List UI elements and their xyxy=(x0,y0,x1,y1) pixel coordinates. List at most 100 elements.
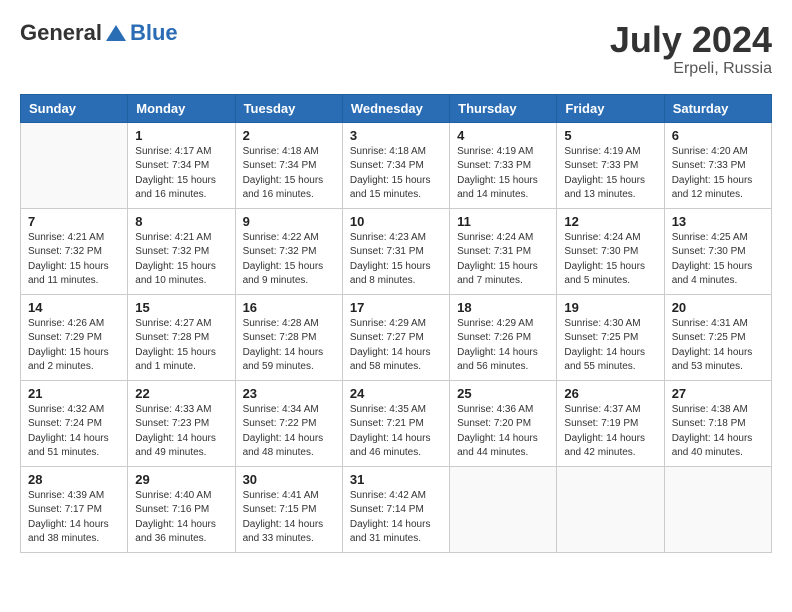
day-info: Sunrise: 4:37 AM Sunset: 7:19 PM Dayligh… xyxy=(564,403,656,461)
calendar-cell: 9 Sunrise: 4:22 AM Sunset: 7:32 PM Daylig… xyxy=(235,208,342,294)
calendar-cell xyxy=(21,122,128,208)
day-number: 11 xyxy=(457,214,549,229)
calendar-cell: 28Sunrise: 4:39 AM Sunset: 7:17 PM Dayli… xyxy=(21,466,128,552)
calendar-cell: 21 Sunrise: 4:32 AM Sunset: 7:24 PM Dayli… xyxy=(21,380,128,466)
calendar-cell: 10 Sunrise: 4:23 AM Sunset: 7:31 PM Dayli… xyxy=(342,208,449,294)
day-number: 13 xyxy=(672,214,764,229)
calendar-header-row: SundayMondayTuesdayWednesdayThursdayFrid… xyxy=(21,94,772,122)
day-info: Sunrise: 4:32 AM Sunset: 7:24 PM Dayligh… xyxy=(28,403,120,461)
day-info: Sunrise: 4:17 AM Sunset: 7:34 PM Dayligh… xyxy=(135,145,227,203)
day-number: 14 xyxy=(28,300,120,315)
day-info: Sunrise: 4:26 AM Sunset: 7:29 PM Dayligh… xyxy=(28,317,120,375)
logo-general-text: General xyxy=(20,20,102,46)
day-info: Sunrise: 4:30 AM Sunset: 7:25 PM Dayligh… xyxy=(564,317,656,375)
calendar-cell: 4Sunrise: 4:19 AM Sunset: 7:33 PM Daylig… xyxy=(450,122,557,208)
logo: General Blue xyxy=(20,20,178,46)
calendar-cell xyxy=(557,466,664,552)
calendar-cell: 27 Sunrise: 4:38 AM Sunset: 7:18 PM Dayli… xyxy=(664,380,771,466)
day-info: Sunrise: 4:24 AM Sunset: 7:31 PM Dayligh… xyxy=(457,231,549,289)
calendar-header-monday: Monday xyxy=(128,94,235,122)
day-info: Sunrise: 4:36 AM Sunset: 7:20 PM Dayligh… xyxy=(457,403,549,461)
calendar-cell: 26 Sunrise: 4:37 AM Sunset: 7:19 PM Dayli… xyxy=(557,380,664,466)
day-number: 10 xyxy=(350,214,442,229)
day-number: 17 xyxy=(350,300,442,315)
day-number: 19 xyxy=(564,300,656,315)
day-info: Sunrise: 4:39 AM Sunset: 7:17 PM Dayligh… xyxy=(28,489,120,547)
day-info: Sunrise: 4:38 AM Sunset: 7:18 PM Dayligh… xyxy=(672,403,764,461)
day-info: Sunrise: 4:25 AM Sunset: 7:30 PM Dayligh… xyxy=(672,231,764,289)
calendar-cell: 24 Sunrise: 4:35 AM Sunset: 7:21 PM Dayli… xyxy=(342,380,449,466)
day-number: 20 xyxy=(672,300,764,315)
page-header: General Blue July 2024 Erpeli, Russia xyxy=(20,20,772,78)
day-info: Sunrise: 4:22 AM Sunset: 7:32 PM Dayligh… xyxy=(243,231,335,289)
calendar-week-2: 14 Sunrise: 4:26 AM Sunset: 7:29 PM Dayli… xyxy=(21,294,772,380)
calendar-header-thursday: Thursday xyxy=(450,94,557,122)
calendar-cell: 16Sunrise: 4:28 AM Sunset: 7:28 PM Dayli… xyxy=(235,294,342,380)
day-number: 12 xyxy=(564,214,656,229)
day-info: Sunrise: 4:19 AM Sunset: 7:33 PM Dayligh… xyxy=(564,145,656,203)
calendar-cell xyxy=(450,466,557,552)
day-number: 5 xyxy=(564,128,656,143)
day-info: Sunrise: 4:40 AM Sunset: 7:16 PM Dayligh… xyxy=(135,489,227,547)
title-block: July 2024 Erpeli, Russia xyxy=(610,20,772,78)
calendar-cell: 13 Sunrise: 4:25 AM Sunset: 7:30 PM Dayli… xyxy=(664,208,771,294)
day-info: Sunrise: 4:18 AM Sunset: 7:34 PM Dayligh… xyxy=(350,145,442,203)
day-info: Sunrise: 4:34 AM Sunset: 7:22 PM Dayligh… xyxy=(243,403,335,461)
calendar-cell: 2 Sunrise: 4:18 AM Sunset: 7:34 PM Daylig… xyxy=(235,122,342,208)
logo-icon xyxy=(104,21,128,45)
calendar-week-0: 1 Sunrise: 4:17 AM Sunset: 7:34 PM Daylig… xyxy=(21,122,772,208)
logo-blue-text: Blue xyxy=(130,20,178,46)
calendar-cell: 1 Sunrise: 4:17 AM Sunset: 7:34 PM Daylig… xyxy=(128,122,235,208)
day-number: 7 xyxy=(28,214,120,229)
day-number: 2 xyxy=(243,128,335,143)
calendar-cell: 12 Sunrise: 4:24 AM Sunset: 7:30 PM Dayli… xyxy=(557,208,664,294)
day-number: 3 xyxy=(350,128,442,143)
day-number: 25 xyxy=(457,386,549,401)
calendar-cell: 11 Sunrise: 4:24 AM Sunset: 7:31 PM Dayli… xyxy=(450,208,557,294)
calendar-cell: 18 Sunrise: 4:29 AM Sunset: 7:26 PM Dayli… xyxy=(450,294,557,380)
day-info: Sunrise: 4:23 AM Sunset: 7:31 PM Dayligh… xyxy=(350,231,442,289)
day-number: 8 xyxy=(135,214,227,229)
calendar-cell: 25 Sunrise: 4:36 AM Sunset: 7:20 PM Dayli… xyxy=(450,380,557,466)
calendar-cell: 19 Sunrise: 4:30 AM Sunset: 7:25 PM Dayli… xyxy=(557,294,664,380)
calendar-week-3: 21 Sunrise: 4:32 AM Sunset: 7:24 PM Dayli… xyxy=(21,380,772,466)
calendar-cell: 29 Sunrise: 4:40 AM Sunset: 7:16 PM Dayli… xyxy=(128,466,235,552)
calendar-cell: 15Sunrise: 4:27 AM Sunset: 7:28 PM Dayli… xyxy=(128,294,235,380)
day-number: 24 xyxy=(350,386,442,401)
calendar-header-tuesday: Tuesday xyxy=(235,94,342,122)
calendar-week-4: 28Sunrise: 4:39 AM Sunset: 7:17 PM Dayli… xyxy=(21,466,772,552)
day-info: Sunrise: 4:20 AM Sunset: 7:33 PM Dayligh… xyxy=(672,145,764,203)
day-number: 21 xyxy=(28,386,120,401)
calendar-cell: 8 Sunrise: 4:21 AM Sunset: 7:32 PM Daylig… xyxy=(128,208,235,294)
calendar-cell: 31 Sunrise: 4:42 AM Sunset: 7:14 PM Dayli… xyxy=(342,466,449,552)
day-number: 4 xyxy=(457,128,549,143)
calendar-header-sunday: Sunday xyxy=(21,94,128,122)
day-info: Sunrise: 4:18 AM Sunset: 7:34 PM Dayligh… xyxy=(243,145,335,203)
calendar-cell: 20Sunrise: 4:31 AM Sunset: 7:25 PM Dayli… xyxy=(664,294,771,380)
day-info: Sunrise: 4:29 AM Sunset: 7:26 PM Dayligh… xyxy=(457,317,549,375)
day-number: 26 xyxy=(564,386,656,401)
day-number: 15 xyxy=(135,300,227,315)
day-info: Sunrise: 4:29 AM Sunset: 7:27 PM Dayligh… xyxy=(350,317,442,375)
day-number: 16 xyxy=(243,300,335,315)
calendar-header-wednesday: Wednesday xyxy=(342,94,449,122)
day-info: Sunrise: 4:24 AM Sunset: 7:30 PM Dayligh… xyxy=(564,231,656,289)
day-info: Sunrise: 4:42 AM Sunset: 7:14 PM Dayligh… xyxy=(350,489,442,547)
calendar-header-saturday: Saturday xyxy=(664,94,771,122)
day-number: 30 xyxy=(243,472,335,487)
calendar-cell: 14 Sunrise: 4:26 AM Sunset: 7:29 PM Dayli… xyxy=(21,294,128,380)
day-number: 29 xyxy=(135,472,227,487)
calendar-table: SundayMondayTuesdayWednesdayThursdayFrid… xyxy=(20,94,772,553)
day-info: Sunrise: 4:33 AM Sunset: 7:23 PM Dayligh… xyxy=(135,403,227,461)
day-info: Sunrise: 4:21 AM Sunset: 7:32 PM Dayligh… xyxy=(135,231,227,289)
day-number: 31 xyxy=(350,472,442,487)
day-number: 1 xyxy=(135,128,227,143)
day-number: 6 xyxy=(672,128,764,143)
day-number: 18 xyxy=(457,300,549,315)
day-number: 27 xyxy=(672,386,764,401)
day-number: 9 xyxy=(243,214,335,229)
calendar-cell: 30Sunrise: 4:41 AM Sunset: 7:15 PM Dayli… xyxy=(235,466,342,552)
month-year-title: July 2024 xyxy=(610,20,772,60)
day-info: Sunrise: 4:35 AM Sunset: 7:21 PM Dayligh… xyxy=(350,403,442,461)
calendar-cell: 22Sunrise: 4:33 AM Sunset: 7:23 PM Dayli… xyxy=(128,380,235,466)
